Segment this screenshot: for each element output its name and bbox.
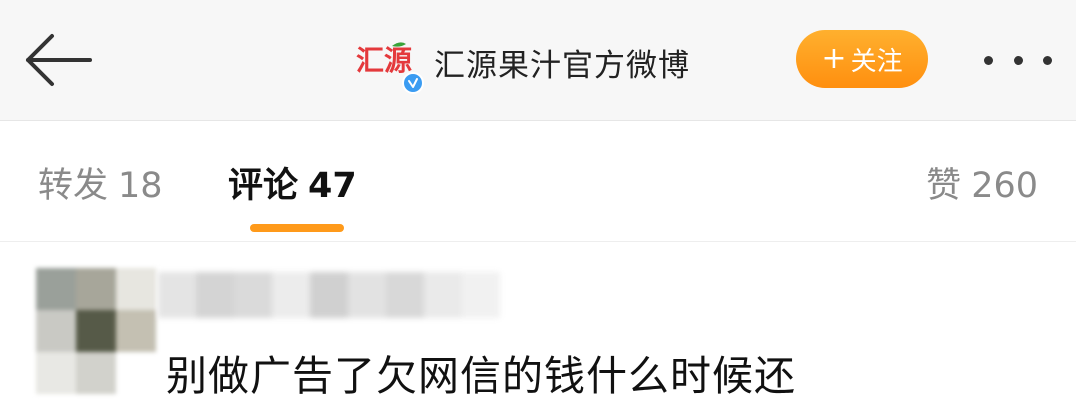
top-bar: 汇源 汇源果汁官方微博 + 关注 — [0, 0, 1076, 121]
tab-label: 评论 — [228, 166, 299, 206]
tab-comments[interactable]: 评论 47 — [228, 157, 357, 208]
comment-item[interactable]: 别做广告了欠网信的钱什么时候还 — [0, 242, 1076, 418]
logo-text: 汇源 — [356, 44, 412, 76]
more-options-button[interactable] — [978, 40, 1058, 80]
more-dots-icon — [984, 55, 993, 65]
post-tabs: 转发 18 评论 47 赞 260 — [0, 121, 1076, 242]
tab-label: 赞 — [926, 166, 962, 206]
verified-badge-icon — [402, 72, 424, 94]
more-dots-icon — [1043, 55, 1052, 65]
tab-reposts[interactable]: 转发 18 — [38, 157, 163, 208]
tab-count: 18 — [118, 166, 163, 206]
tab-count: 260 — [971, 166, 1038, 206]
huiyuan-logo: 汇源 — [356, 42, 412, 76]
account-name[interactable]: 汇源果汁官方微博 — [434, 40, 690, 85]
tab-likes[interactable]: 赞 260 — [926, 157, 1038, 208]
follow-button[interactable]: + 关注 — [796, 30, 928, 88]
commenter-name-blurred[interactable] — [158, 272, 500, 318]
tab-label: 转发 — [38, 166, 109, 206]
account-avatar[interactable]: 汇源 — [352, 30, 424, 94]
comment-text: 别做广告了欠网信的钱什么时候还 — [166, 352, 796, 400]
follow-button-label: 关注 — [850, 46, 903, 77]
back-button[interactable] — [18, 28, 98, 92]
arrow-left-icon — [26, 34, 92, 86]
tab-count: 47 — [308, 166, 357, 206]
active-tab-indicator — [250, 224, 344, 232]
commenter-avatar-blurred[interactable] — [36, 268, 156, 394]
plus-icon: + — [821, 41, 847, 76]
more-dots-icon — [1013, 55, 1023, 65]
account-header[interactable]: 汇源 汇源果汁官方微博 — [352, 30, 690, 94]
